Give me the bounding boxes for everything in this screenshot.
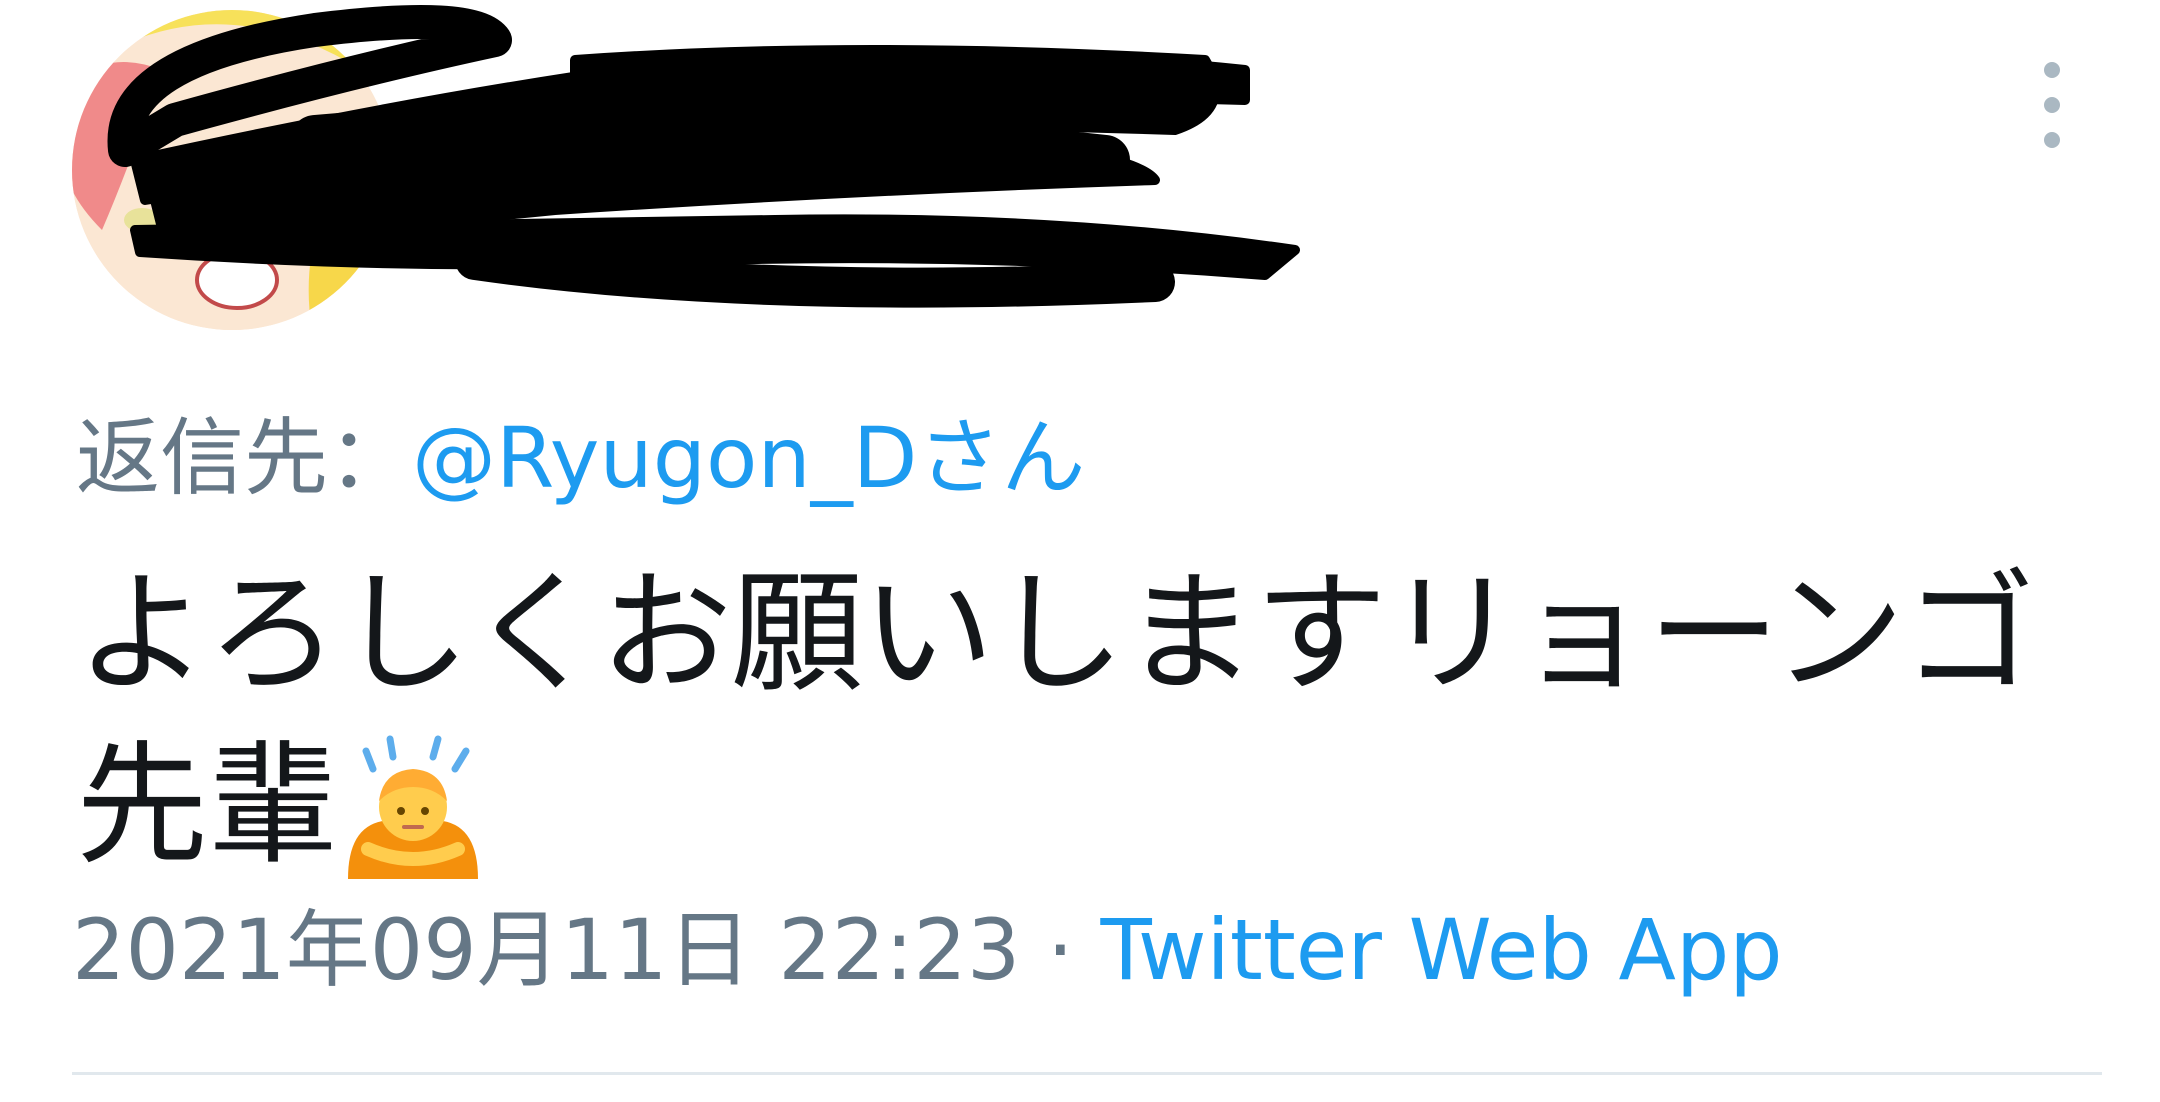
reply-mention-link[interactable]: @Ryugon_Dさん — [412, 409, 1085, 507]
more-vertical-icon-dot — [2044, 97, 2060, 113]
tweet-meta: 2021年09月11日 22:23 · Twitter Web App — [72, 900, 1783, 1000]
redacted-name-scribble — [55, 0, 1335, 310]
person-bowing-emoji — [338, 729, 488, 879]
tweet-source-link[interactable]: Twitter Web App — [1100, 901, 1782, 999]
more-vertical-icon — [2044, 62, 2060, 78]
reply-prefix: 返信先： — [76, 409, 413, 507]
more-options-button[interactable] — [2020, 62, 2084, 148]
meta-separator: · — [1020, 901, 1101, 999]
tweet-detail: 返信先：@Ryugon_Dさん よろしくお願いしますリョーンゴ 先輩 2021年… — [0, 0, 2160, 1102]
tweet-text-segment: 先輩 — [76, 729, 339, 883]
divider — [72, 1072, 2102, 1075]
tweet-timestamp[interactable]: 2021年09月11日 22:23 — [72, 901, 1020, 999]
tweet-text-line: よろしくお願いしますリョーンゴ — [76, 557, 2035, 711]
reply-context: 返信先：@Ryugon_Dさん — [76, 408, 1085, 508]
tweet-text: よろしくお願いしますリョーンゴ 先輩 — [76, 548, 2116, 892]
more-vertical-icon-dot — [2044, 132, 2060, 148]
tweet-text-line: 先輩 — [76, 720, 2116, 892]
